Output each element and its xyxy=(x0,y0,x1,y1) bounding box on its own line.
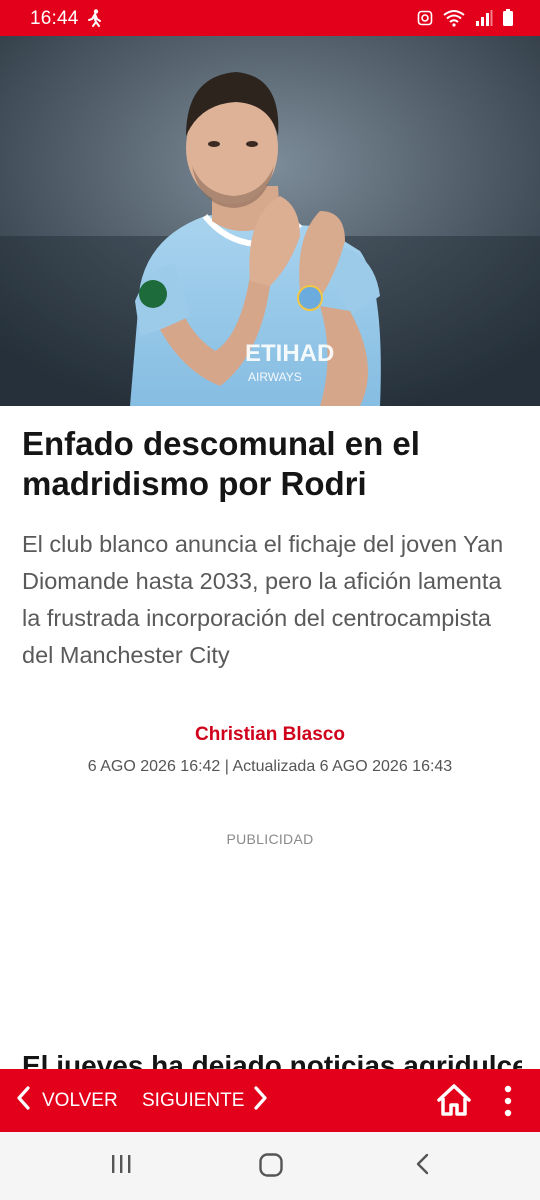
recents-icon[interactable] xyxy=(110,1152,132,1181)
back-button-label: VOLVER xyxy=(42,1089,118,1111)
svg-text:ETIHAD: ETIHAD xyxy=(245,340,334,367)
more-vertical-icon[interactable] xyxy=(503,1085,513,1122)
android-nav-bar xyxy=(0,1132,540,1200)
walking-icon xyxy=(87,9,103,32)
next-button[interactable]: SIGUIENTE xyxy=(142,1069,270,1132)
next-button-label: SIGUIENTE xyxy=(142,1089,245,1111)
data-saver-icon xyxy=(417,10,433,31)
back-button[interactable]: VOLVER xyxy=(14,1069,118,1132)
article-headline: Enfado descomunal en el madridismo por R… xyxy=(22,425,420,502)
article-dates: 6 AGO 2026 16:42 | Actualizada 6 AGO 202… xyxy=(87,758,453,775)
signal-icon xyxy=(475,9,493,32)
status-bar: 16:44 xyxy=(0,0,540,36)
battery-icon xyxy=(502,9,514,32)
ad-label: PUBLICIDAD xyxy=(226,831,314,847)
home-icon[interactable] xyxy=(436,1083,472,1122)
chevron-left-icon xyxy=(14,1085,32,1117)
status-time: 16:44 xyxy=(30,8,79,29)
article-subtitle: El club blanco anuncia el fichaje del jo… xyxy=(22,531,504,668)
svg-text:AIRWAYS: AIRWAYS xyxy=(248,370,302,384)
author-name[interactable]: Christian Blasco xyxy=(0,724,540,746)
bottom-nav-bar: VOLVER SIGUIENTE xyxy=(0,1069,540,1132)
home-circle-icon[interactable] xyxy=(258,1152,284,1183)
back-chevron-icon[interactable] xyxy=(414,1152,432,1181)
chevron-right-icon xyxy=(252,1085,270,1117)
wifi-icon xyxy=(442,9,466,32)
status-icons xyxy=(417,9,514,32)
hero-image[interactable]: ETIHAD AIRWAYS xyxy=(0,36,540,406)
